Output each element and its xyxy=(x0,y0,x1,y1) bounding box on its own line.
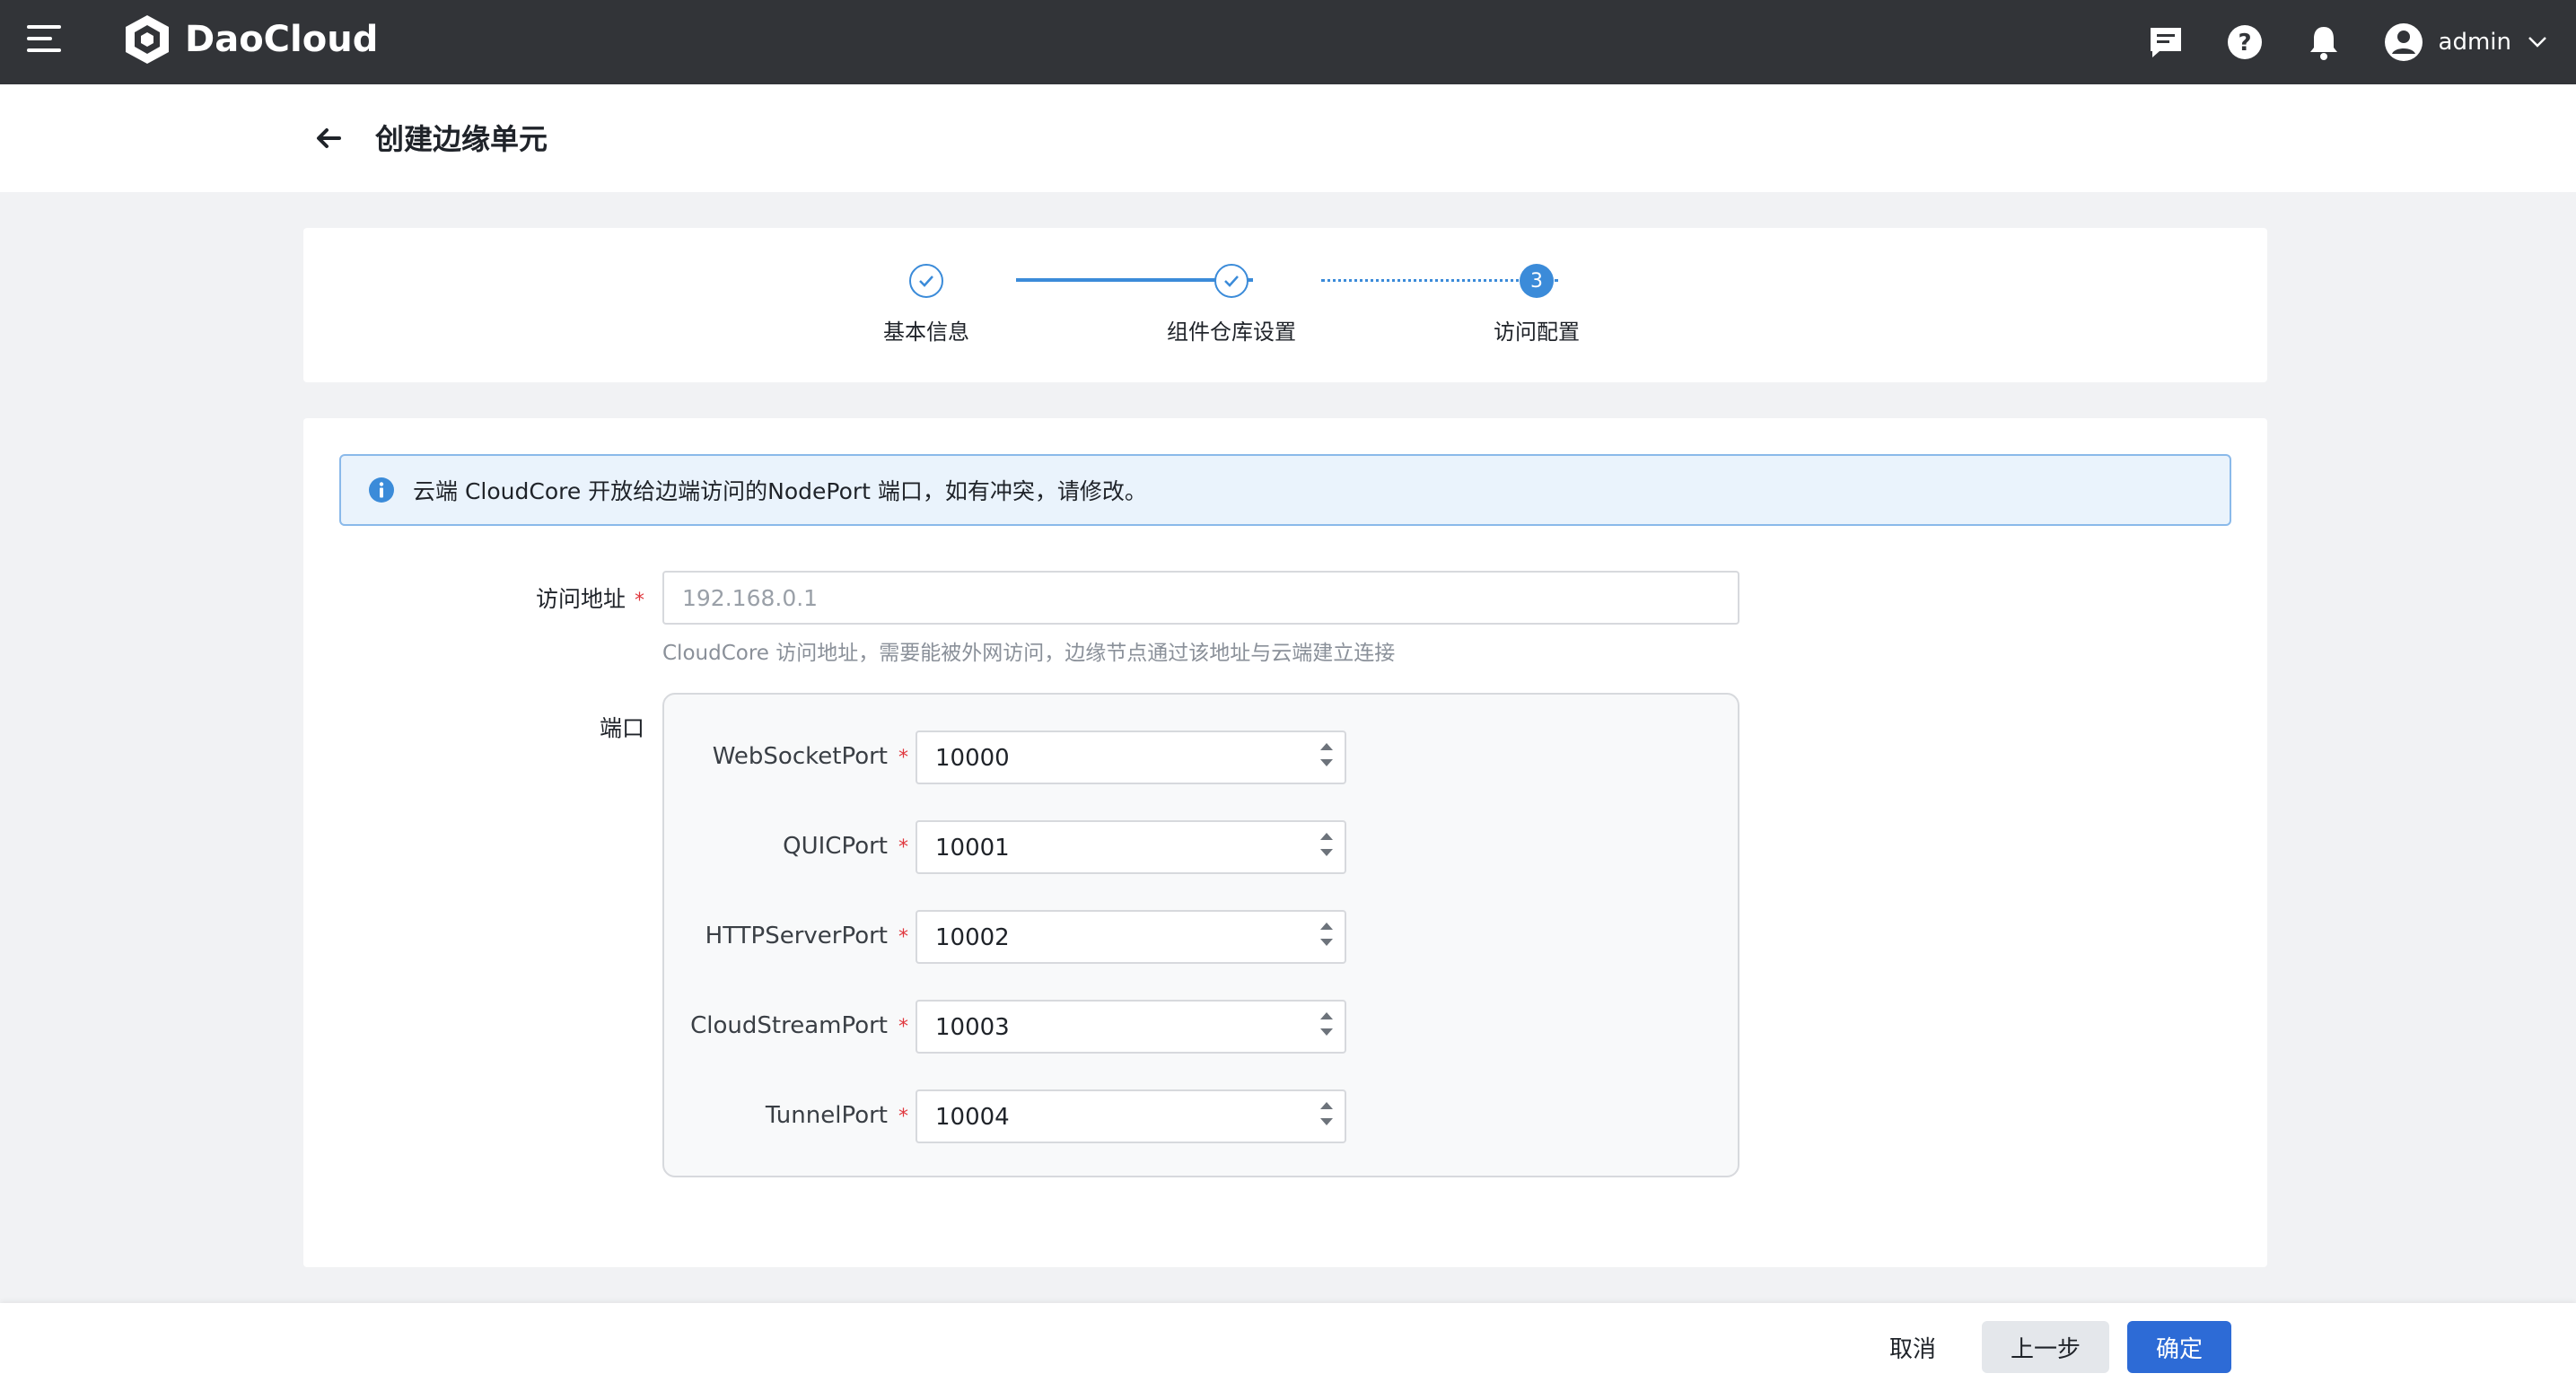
port-row-cloudstream: CloudStreamPort * 10003 xyxy=(664,1000,1741,1054)
bell-icon[interactable] xyxy=(2304,22,2344,62)
confirm-button[interactable]: 确定 xyxy=(2127,1321,2231,1373)
port-label: QUICPort * xyxy=(783,833,908,860)
form-footer: 取消 上一步 确定 xyxy=(0,1303,2576,1391)
port-label: HTTPServerPort * xyxy=(705,923,908,949)
user-name: admin xyxy=(2438,29,2511,56)
step-active-circle: 3 xyxy=(1520,264,1554,298)
step-done-circle xyxy=(909,264,943,298)
number-stepper[interactable] xyxy=(1318,1098,1336,1134)
port-label: WebSocketPort * xyxy=(712,743,908,770)
required-mark: * xyxy=(898,1016,908,1038)
websocket-port-input[interactable]: 10000 xyxy=(916,730,1346,784)
back-arrow-icon[interactable] xyxy=(312,122,345,154)
message-icon[interactable] xyxy=(2146,22,2186,62)
port-value: 10003 xyxy=(935,1014,1010,1041)
address-hint: CloudCore 访问地址，需要能被外网访问，边缘节点通过该地址与云端建立连接 xyxy=(662,642,1396,665)
cloudstream-port-input[interactable]: 10003 xyxy=(916,1000,1346,1054)
number-stepper[interactable] xyxy=(1318,829,1336,865)
form-card: 云端 CloudCore 开放给边端访问的NodePort 端口，如有冲突，请修… xyxy=(303,418,2267,1267)
cancel-button[interactable]: 取消 xyxy=(1867,1321,1958,1373)
increment-icon xyxy=(1320,1102,1333,1109)
menu-icon[interactable] xyxy=(27,25,63,56)
user-menu[interactable]: admin xyxy=(2383,22,2547,63)
step-label: 基本信息 xyxy=(883,319,969,345)
ports-group: WebSocketPort * 10000 QUICPort * 10001 HTT… xyxy=(662,693,1739,1177)
port-value: 10004 xyxy=(935,1104,1010,1131)
check-icon xyxy=(919,276,933,287)
access-address-input[interactable] xyxy=(662,571,1739,625)
increment-icon xyxy=(1320,923,1333,930)
tunnel-port-input[interactable]: 10004 xyxy=(916,1089,1346,1143)
decrement-icon xyxy=(1320,1118,1333,1125)
info-icon xyxy=(369,477,394,503)
port-label: CloudStreamPort * xyxy=(690,1012,908,1039)
decrement-icon xyxy=(1320,759,1333,766)
alert-text: 云端 CloudCore 开放给边端访问的NodePort 端口，如有冲突，请修… xyxy=(413,478,1147,504)
port-row-quic: QUICPort * 10001 xyxy=(664,820,1741,874)
port-row-websocket: WebSocketPort * 10000 xyxy=(664,730,1741,784)
required-mark: * xyxy=(898,747,908,769)
daocloud-logo-icon xyxy=(126,15,169,64)
help-icon[interactable]: ? xyxy=(2225,22,2265,62)
address-label: 访问地址 * xyxy=(535,586,644,612)
port-value: 10001 xyxy=(935,835,1010,862)
number-stepper[interactable] xyxy=(1318,919,1336,955)
top-navbar: DaoCloud ? admin xyxy=(0,0,2576,84)
required-mark: * xyxy=(635,590,644,612)
decrement-icon xyxy=(1320,939,1333,946)
info-alert: 云端 CloudCore 开放给边端访问的NodePort 端口，如有冲突，请修… xyxy=(339,454,2231,526)
svg-text:?: ? xyxy=(2238,30,2251,57)
increment-icon xyxy=(1320,833,1333,840)
httpserver-port-input[interactable]: 10002 xyxy=(916,910,1346,964)
decrement-icon xyxy=(1320,1028,1333,1036)
brand-logo[interactable]: DaoCloud xyxy=(122,13,378,66)
check-icon xyxy=(1224,276,1239,287)
required-mark: * xyxy=(898,836,908,859)
port-row-tunnel: TunnelPort * 10004 xyxy=(664,1089,1741,1143)
brand-name: DaoCloud xyxy=(185,19,379,60)
number-stepper[interactable] xyxy=(1318,739,1336,775)
page-header: 创建边缘单元 xyxy=(0,84,2576,192)
increment-icon xyxy=(1320,743,1333,750)
port-label: TunnelPort * xyxy=(765,1102,908,1129)
port-value: 10002 xyxy=(935,924,1010,951)
step-label: 访问配置 xyxy=(1494,319,1580,345)
steps-card: 基本信息 组件仓库设置 3 访问配置 xyxy=(303,228,2267,382)
user-avatar-icon xyxy=(2384,23,2423,61)
previous-step-button[interactable]: 上一步 xyxy=(1982,1321,2109,1373)
number-stepper[interactable] xyxy=(1318,1009,1336,1045)
chevron-down-icon xyxy=(2528,37,2546,48)
increment-icon xyxy=(1320,1012,1333,1019)
required-mark: * xyxy=(898,1106,908,1128)
step-done-circle xyxy=(1214,264,1249,298)
port-value: 10000 xyxy=(935,745,1010,772)
ports-label: 端口 xyxy=(599,715,644,741)
quic-port-input[interactable]: 10001 xyxy=(916,820,1346,874)
port-row-httpserver: HTTPServerPort * 10002 xyxy=(664,910,1741,964)
step-label: 组件仓库设置 xyxy=(1167,319,1296,345)
required-mark: * xyxy=(898,926,908,949)
decrement-icon xyxy=(1320,849,1333,856)
page-title: 创建边缘单元 xyxy=(375,122,548,156)
